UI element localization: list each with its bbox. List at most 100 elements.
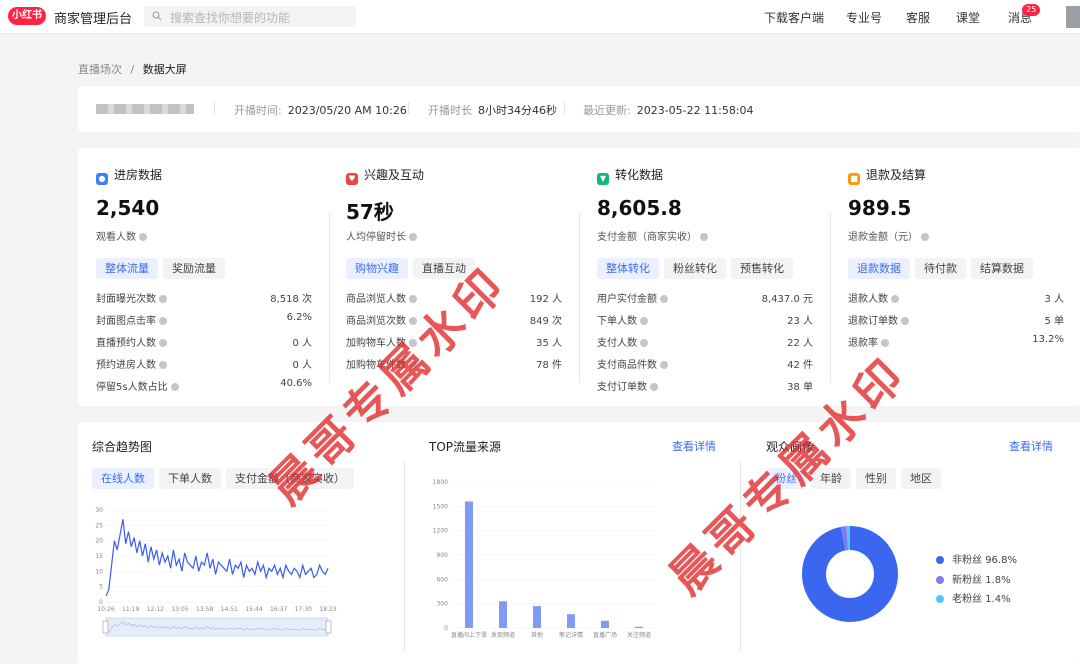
info-icon[interactable] (660, 361, 668, 369)
tab-settlement-data[interactable]: 结算数据 (971, 258, 1033, 279)
tab-presale-conversion[interactable]: 预售转化 (731, 258, 793, 279)
tab-region[interactable]: 地区 (901, 468, 941, 489)
y-tick-label: 1500 (433, 503, 448, 510)
info-icon[interactable] (660, 295, 668, 303)
info-icon[interactable] (650, 383, 658, 391)
legend-item: 新粉丝 1.8% (936, 571, 1011, 586)
x-tick-label: 笔记详情 (559, 631, 583, 639)
nav-classroom[interactable]: 课堂 (956, 9, 980, 26)
breadcrumb-separator: / (130, 63, 135, 76)
refund-amount-label: 退款金额（元） (848, 228, 929, 243)
nav-customer-service[interactable]: 客服 (906, 9, 930, 26)
y-tick-label: 0 (99, 599, 103, 606)
x-tick-label: 发现频道 (491, 631, 515, 639)
info-icon[interactable] (139, 233, 147, 241)
paid-amount-value: 8,605.8 (597, 196, 682, 220)
x-tick-label: 14:51 (221, 606, 238, 613)
info-icon[interactable] (159, 361, 167, 369)
info-icon[interactable] (159, 295, 167, 303)
tab-refund-data[interactable]: 退款数据 (848, 258, 910, 279)
y-tick-label: 600 (437, 576, 449, 583)
nav-download-client[interactable]: 下载客户端 (764, 9, 824, 26)
y-tick-label: 20 (95, 538, 103, 545)
stats-card: ● 进房数据 2,540 观看人数 整体流量 奖励流量 封面曝光次数 8,518 次 … (78, 148, 1080, 406)
tab-reward-traffic[interactable]: 奖励流量 (163, 258, 225, 279)
nav-pro-account[interactable]: 专业号 (846, 9, 882, 26)
metric-row: 支付商品件数 42 件 (597, 360, 813, 371)
info-icon[interactable] (409, 295, 417, 303)
info-icon[interactable] (921, 233, 929, 241)
tab-gender[interactable]: 性别 (856, 468, 896, 489)
divider (404, 462, 405, 652)
divider (564, 102, 565, 114)
info-icon[interactable] (170, 383, 179, 391)
tab-online-viewers[interactable]: 在线人数 (92, 468, 154, 489)
bar (635, 626, 643, 628)
tab-fan-conversion[interactable]: 粉丝转化 (664, 258, 726, 279)
series-line (105, 519, 329, 597)
audience-more-link[interactable]: 查看详情 (1009, 438, 1053, 454)
stats-conversion-column: ▼ 转化数据 8,605.8 支付金额（商家实收） 整体转化 粉丝转化 预售转化 用户… (579, 148, 819, 406)
metric-row: 预约进房人数 0 人 (96, 360, 312, 371)
breadcrumb-live-sessions[interactable]: 直播场次 (78, 63, 122, 76)
message-count-badge: 25 (1022, 4, 1041, 16)
last-updated: 最近更新: 2023-05-22 11:58:04 (583, 104, 754, 117)
trend-title: 综合趋势图 (92, 440, 153, 454)
info-icon[interactable] (640, 317, 648, 325)
brand-logo[interactable]: 小红书 (8, 7, 46, 25)
conversion-tabs: 整体转化 粉丝转化 预售转化 (597, 258, 798, 279)
traffic-tabs: 整体流量 奖励流量 (96, 258, 230, 279)
info-icon[interactable] (640, 339, 648, 347)
viewers-value: 2,540 (96, 196, 160, 220)
app-title: 商家管理后台 (54, 12, 133, 27)
live-info-card: 开播时间: 2023/05/20 AM 10:26 开播时长 8小时34分46秒 最… (78, 86, 1080, 132)
y-tick-label: 0 (444, 625, 448, 632)
y-tick-label: 5 (99, 584, 103, 591)
divider (214, 102, 215, 114)
trend-line-chart[interactable]: 0 5 10 15 20 25 30 10:26 11:19 12:12 13:05 13:58 14:… (92, 502, 342, 652)
search-input[interactable]: 搜索查找你想要的功能 (144, 6, 356, 27)
traffic-bar-chart[interactable]: 0 300 600 900 1200 1500 1800 直播间上下滑 发现频道 其他 笔记详情 直播… (428, 474, 660, 644)
info-icon[interactable] (901, 317, 909, 325)
wallet-icon: ■ (848, 173, 860, 185)
info-icon[interactable] (881, 339, 889, 347)
x-tick-label: 11:19 (122, 606, 139, 613)
info-icon[interactable] (891, 295, 899, 303)
range-handle-right (325, 620, 332, 634)
bar (533, 606, 541, 628)
tab-overall-traffic[interactable]: 整体流量 (96, 258, 158, 279)
y-tick-label: 1800 (433, 479, 448, 486)
info-icon[interactable] (409, 233, 417, 241)
section-title: ■ 退款及结算 (848, 166, 926, 185)
user-icon: ● (96, 173, 108, 185)
metric-row: 用户实付金额 8,437.0 元 (597, 294, 813, 305)
avatar[interactable] (1066, 6, 1080, 28)
info-icon[interactable] (159, 317, 167, 325)
bar (601, 620, 609, 628)
metric-row: 退款人数 3 人 (848, 294, 1064, 305)
range-handle-left (102, 620, 109, 634)
tab-pending-payment[interactable]: 待付款 (915, 258, 966, 279)
metric-row: 下单人数 23 人 (597, 316, 813, 327)
metric-row: 直播预约人数 0 人 (96, 338, 312, 349)
avg-stay-value: 57秒 (346, 200, 394, 224)
search-icon (152, 11, 162, 21)
charts-card: 综合趋势图 在线人数 下单人数 支付金额（商家实收） 0 5 10 15 20 25 30 10:… (78, 422, 1080, 664)
info-icon[interactable] (700, 233, 708, 241)
x-tick-label: 15:44 (245, 606, 262, 613)
y-tick-label: 300 (437, 601, 449, 608)
tab-order-users[interactable]: 下单人数 (159, 468, 221, 489)
x-tick-label: 12:12 (147, 606, 164, 613)
legend-dot (936, 576, 944, 584)
audience-donut-chart[interactable] (800, 524, 900, 624)
paid-amount-label: 支付金额（商家实收） (597, 228, 708, 243)
tab-overall-conversion[interactable]: 整体转化 (597, 258, 659, 279)
avg-stay-label: 人均停留时长 (346, 228, 417, 243)
info-icon[interactable] (159, 339, 167, 347)
y-tick-label: 15 (95, 553, 103, 560)
traffic-more-link[interactable]: 查看详情 (672, 438, 716, 454)
section-title: ♥ 兴趣及互动 (346, 166, 424, 185)
tab-shopping-interest[interactable]: 购物兴趣 (346, 258, 408, 279)
legend-item: 非粉丝 96.8% (936, 551, 1017, 566)
section-title: ▼ 转化数据 (597, 166, 663, 185)
